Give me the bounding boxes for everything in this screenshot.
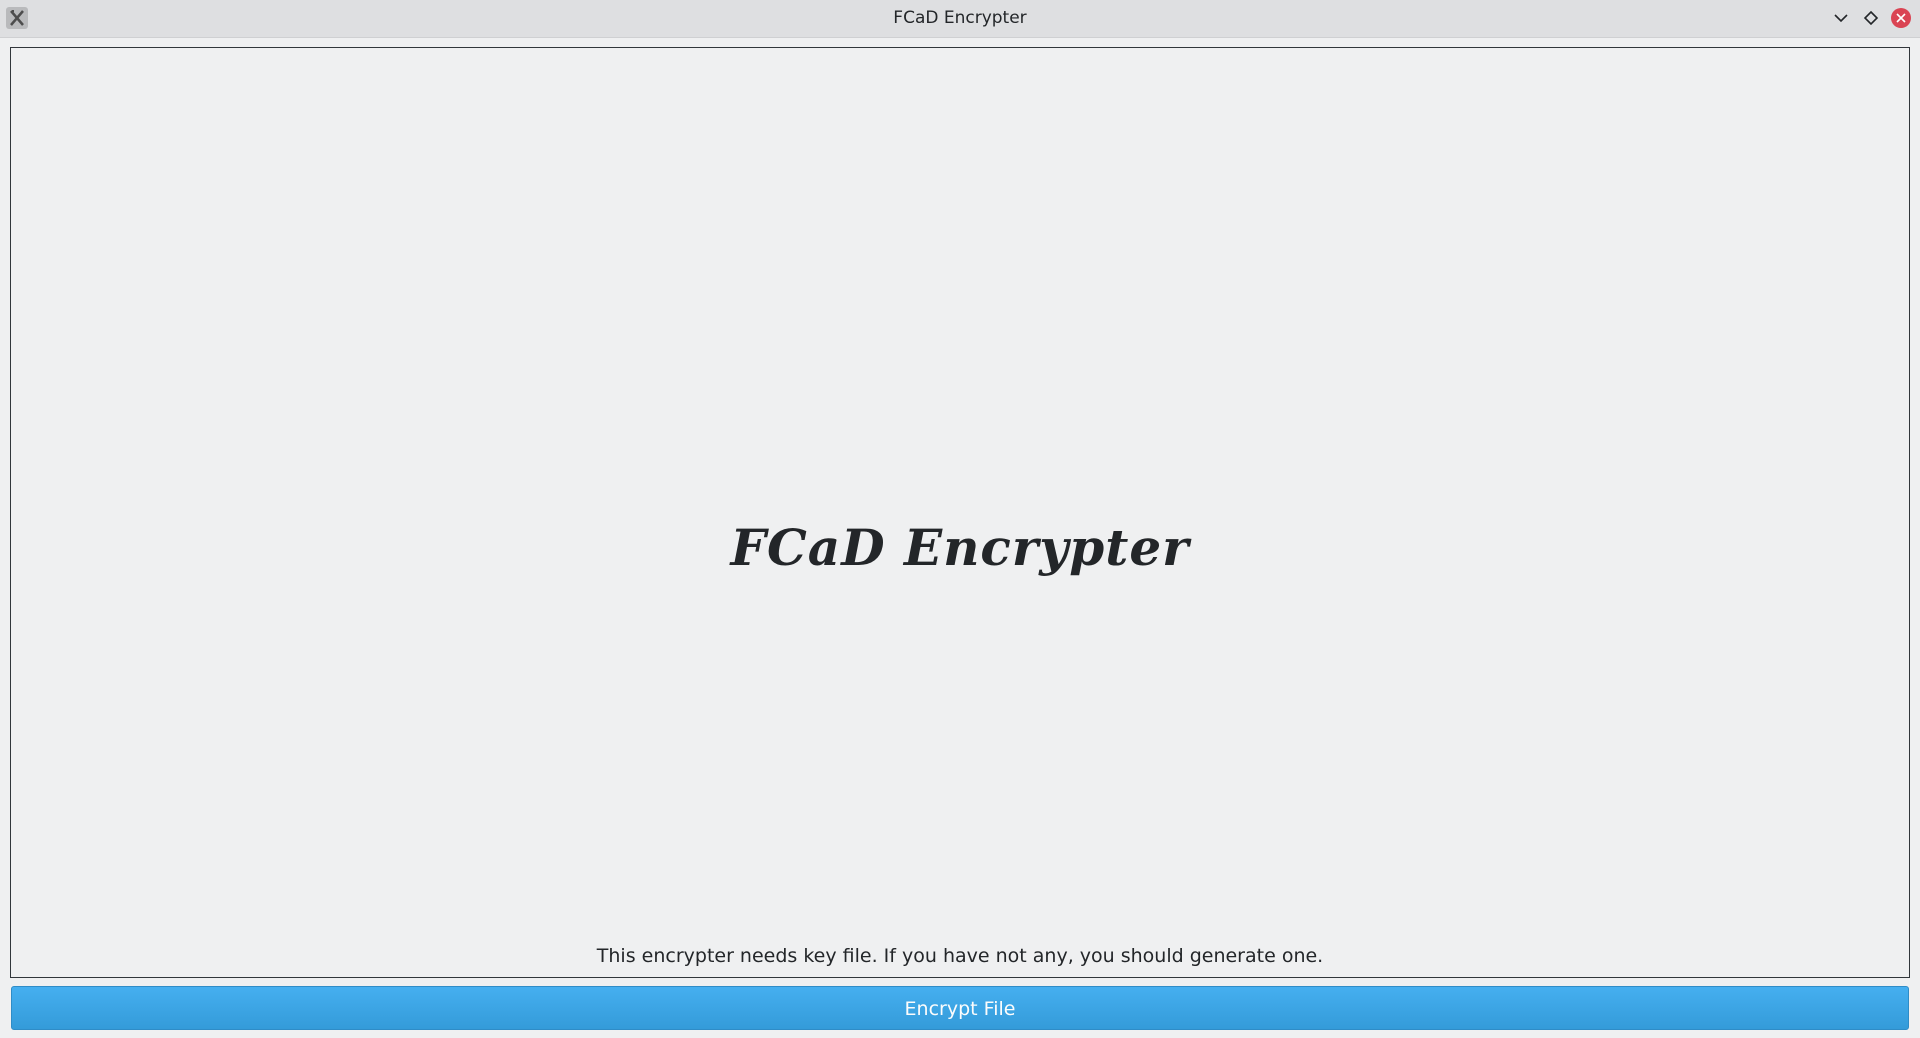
close-button[interactable] xyxy=(1890,7,1912,29)
app-window: FCaD Encrypter FCaD Encrypter This encry… xyxy=(0,0,1920,1038)
title-bar[interactable]: FCaD Encrypter xyxy=(0,0,1920,38)
close-icon xyxy=(1891,8,1911,28)
app-logo-text: FCaD Encrypter xyxy=(730,518,1190,577)
key-file-message: This encrypter needs key file. If you ha… xyxy=(596,945,1324,967)
main-panel: FCaD Encrypter xyxy=(10,47,1910,978)
encrypt-file-button[interactable]: Encrypt File xyxy=(11,986,1909,1030)
minimize-icon xyxy=(1834,14,1848,23)
window-title: FCaD Encrypter xyxy=(893,8,1027,28)
maximize-button[interactable] xyxy=(1860,7,1882,29)
minimize-button[interactable] xyxy=(1830,7,1852,29)
maximize-icon xyxy=(1863,10,1879,26)
